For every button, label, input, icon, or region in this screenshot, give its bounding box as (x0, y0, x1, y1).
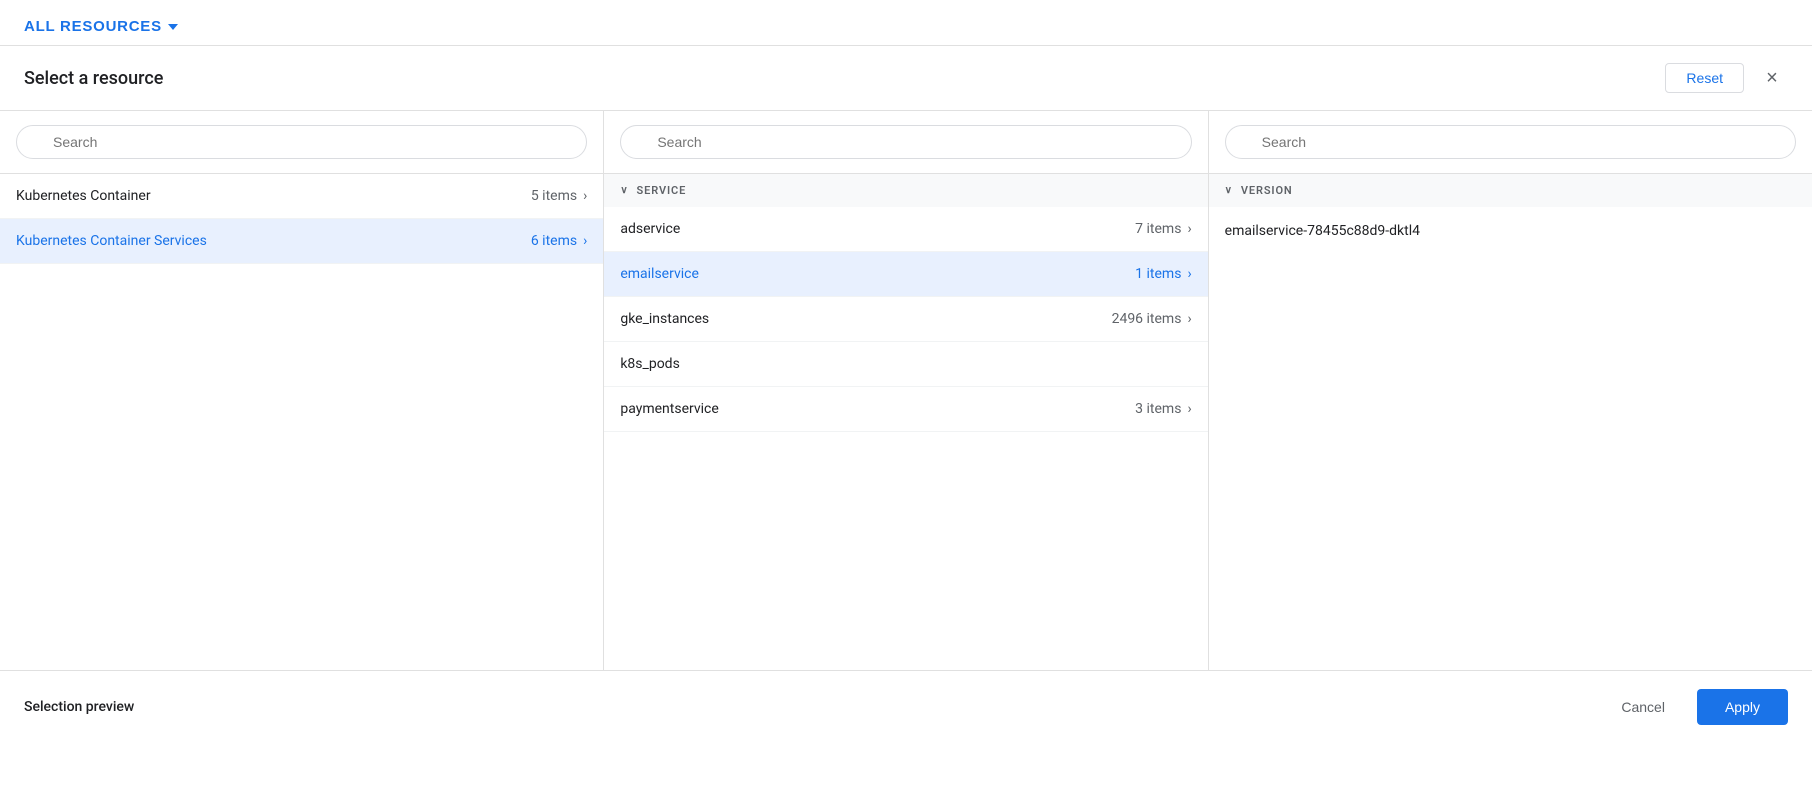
section-header-version: ∨ VERSION (1209, 174, 1812, 207)
list-item[interactable]: adservice 7 items › (604, 207, 1207, 252)
search-input-2[interactable] (620, 125, 1191, 159)
item-count: 3 items (1135, 401, 1181, 417)
top-bar: ALL RESOURCES (0, 0, 1812, 46)
chevron-right-icon: › (1187, 266, 1191, 282)
list-item[interactable]: paymentservice 3 items › (604, 387, 1207, 432)
search-input-1[interactable] (16, 125, 587, 159)
column-1-content: Kubernetes Container 5 items › Kubernete… (0, 174, 603, 670)
item-count: 7 items (1135, 221, 1181, 237)
chevron-down-icon (168, 24, 178, 30)
list-item[interactable]: Kubernetes Container 5 items › (0, 174, 603, 219)
item-name: emailservice (620, 266, 699, 282)
item-name: paymentservice (620, 401, 718, 417)
column-version: ☰ ∨ VERSION emailservice-78455c88d9-dktl… (1209, 111, 1812, 670)
all-resources-label: ALL RESOURCES (24, 18, 162, 35)
section-chevron-icon: ∨ (1225, 185, 1233, 196)
chevron-right-icon: › (1187, 311, 1191, 327)
item-meta: 2496 items › (1112, 311, 1192, 327)
chevron-right-icon: › (1187, 221, 1191, 237)
item-name: k8s_pods (620, 356, 679, 372)
list-item[interactable]: k8s_pods (604, 342, 1207, 387)
chevron-right-icon: › (583, 233, 587, 249)
cancel-button[interactable]: Cancel (1605, 691, 1681, 723)
column-2-content: ∨ SERVICE adservice 7 items › emailservi… (604, 174, 1207, 670)
dialog-header: Select a resource Reset × (0, 46, 1812, 111)
selection-preview-label: Selection preview (24, 699, 134, 715)
column-service: ☰ ∨ SERVICE adservice 7 items › (604, 111, 1208, 670)
search-wrapper-1: ☰ (16, 125, 587, 159)
search-box-2: ☰ (604, 111, 1207, 174)
chevron-right-icon: › (1187, 401, 1191, 417)
item-meta: 7 items › (1135, 221, 1191, 237)
apply-button[interactable]: Apply (1697, 689, 1788, 725)
item-name: gke_instances (620, 311, 709, 327)
item-meta: 5 items › (531, 188, 587, 204)
reset-button[interactable]: Reset (1665, 63, 1744, 93)
item-count: 1 items (1135, 266, 1181, 282)
item-name: Kubernetes Container Services (16, 233, 207, 249)
all-resources-button[interactable]: ALL RESOURCES (24, 18, 178, 35)
item-meta: 6 items › (531, 233, 587, 249)
close-icon: × (1766, 67, 1778, 90)
item-name: adservice (620, 221, 680, 237)
version-name: emailservice-78455c88d9-dktl4 (1225, 223, 1420, 239)
close-button[interactable]: × (1756, 62, 1788, 94)
section-label: SERVICE (637, 184, 687, 197)
list-item[interactable]: emailservice 1 items › (604, 252, 1207, 297)
item-meta: 1 items › (1135, 266, 1191, 282)
columns-container: ☰ Kubernetes Container 5 items › Kuberne… (0, 111, 1812, 671)
search-input-3[interactable] (1225, 125, 1796, 159)
item-count: 5 items (531, 188, 577, 204)
list-item[interactable]: Kubernetes Container Services 6 items › (0, 219, 603, 264)
list-item[interactable]: gke_instances 2496 items › (604, 297, 1207, 342)
chevron-right-icon: › (583, 188, 587, 204)
middle-scroll-area[interactable]: ∨ SERVICE adservice 7 items › emailservi… (604, 174, 1207, 670)
bottom-actions: Cancel Apply (1605, 689, 1788, 725)
search-wrapper-2: ☰ (620, 125, 1191, 159)
item-count: 2496 items (1112, 311, 1182, 327)
bottom-bar: Selection preview Cancel Apply (0, 671, 1812, 743)
section-chevron-icon: ∨ (620, 185, 628, 196)
column-resource-type: ☰ Kubernetes Container 5 items › Kuberne… (0, 111, 604, 670)
item-count: 6 items (531, 233, 577, 249)
item-name: Kubernetes Container (16, 188, 151, 204)
search-wrapper-3: ☰ (1225, 125, 1796, 159)
section-header-service: ∨ SERVICE (604, 174, 1207, 207)
column-3-content: ∨ VERSION emailservice-78455c88d9-dktl4 (1209, 174, 1812, 670)
dialog-title: Select a resource (24, 68, 163, 89)
search-box-1: ☰ (0, 111, 603, 174)
section-label: VERSION (1241, 184, 1293, 197)
item-meta: 3 items › (1135, 401, 1191, 417)
version-item[interactable]: emailservice-78455c88d9-dktl4 (1209, 207, 1812, 255)
search-box-3: ☰ (1209, 111, 1812, 174)
header-actions: Reset × (1665, 62, 1788, 94)
